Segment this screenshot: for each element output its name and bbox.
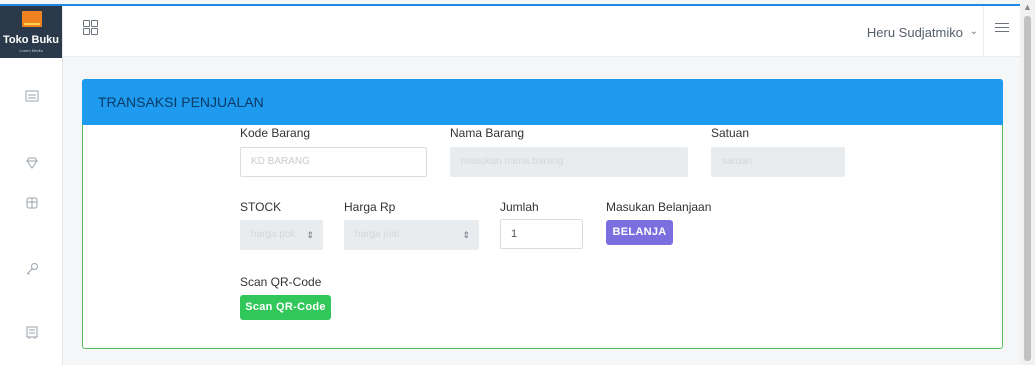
nama-label: Nama Barang	[450, 126, 525, 140]
jumlah-input[interactable]: 1	[500, 219, 583, 249]
dashboard-icon[interactable]	[25, 90, 39, 104]
spinner-icon[interactable]: ⇕	[306, 221, 314, 249]
user-name[interactable]: Heru Sudjatmiko	[867, 25, 963, 40]
chevron-down-icon[interactable]: ⌄	[970, 26, 978, 37]
harga-label: Harga Rp	[344, 200, 396, 214]
satuan-input[interactable]: satuan	[711, 147, 845, 177]
kode-barang-input[interactable]: KD BARANG	[240, 147, 427, 177]
stock-input[interactable]: harga pok ⇕	[240, 220, 323, 250]
harga-placeholder: harga jual	[355, 229, 399, 240]
divider	[983, 6, 984, 56]
satuan-label: Satuan	[711, 126, 750, 140]
key-icon[interactable]	[25, 262, 39, 276]
brand-logo[interactable]: Toko Buku Lorem Media	[0, 6, 62, 58]
top-header: Heru Sudjatmiko ⌄	[63, 6, 1020, 57]
scrollbar-thumb[interactable]	[1024, 16, 1031, 361]
nama-barang-input[interactable]: masukan nama barang	[450, 147, 688, 177]
sales-card: TRANSAKSI PENJUALAN Kode Barang KD BARAN…	[82, 79, 1003, 349]
brand-name: Toko Buku	[2, 34, 59, 46]
cart-icon[interactable]	[25, 326, 39, 340]
grid-icon[interactable]	[83, 20, 98, 35]
kode-label: Kode Barang	[240, 126, 311, 140]
package-icon[interactable]	[25, 196, 39, 210]
scan-label: Scan QR-Code	[240, 275, 322, 289]
scrollbar[interactable]: ▲	[1020, 0, 1035, 365]
jumlah-value: 1	[511, 228, 518, 240]
scroll-up-icon[interactable]: ▲	[1023, 2, 1032, 12]
card-header: TRANSAKSI PENJUALAN	[82, 79, 1003, 125]
card-title: TRANSAKSI PENJUALAN	[98, 94, 264, 110]
harga-input[interactable]: harga jual ⇕	[344, 220, 479, 250]
jumlah-label: Jumlah	[500, 200, 539, 214]
masukan-label: Masukan Belanjaan	[606, 200, 712, 214]
sidebar: Toko Buku Lorem Media	[0, 6, 63, 365]
menu-icon[interactable]	[995, 23, 1009, 35]
spinner-icon[interactable]: ⇕	[462, 221, 470, 249]
gem-icon[interactable]	[25, 156, 39, 170]
monitor-icon	[22, 11, 42, 27]
brand-sub: Lorem Media	[19, 48, 43, 53]
scan-qr-button[interactable]: Scan QR-Code	[240, 295, 331, 320]
stock-placeholder: harga pok	[251, 229, 296, 240]
belanja-button[interactable]: BELANJA	[606, 220, 673, 245]
stock-label: STOCK	[240, 200, 282, 214]
